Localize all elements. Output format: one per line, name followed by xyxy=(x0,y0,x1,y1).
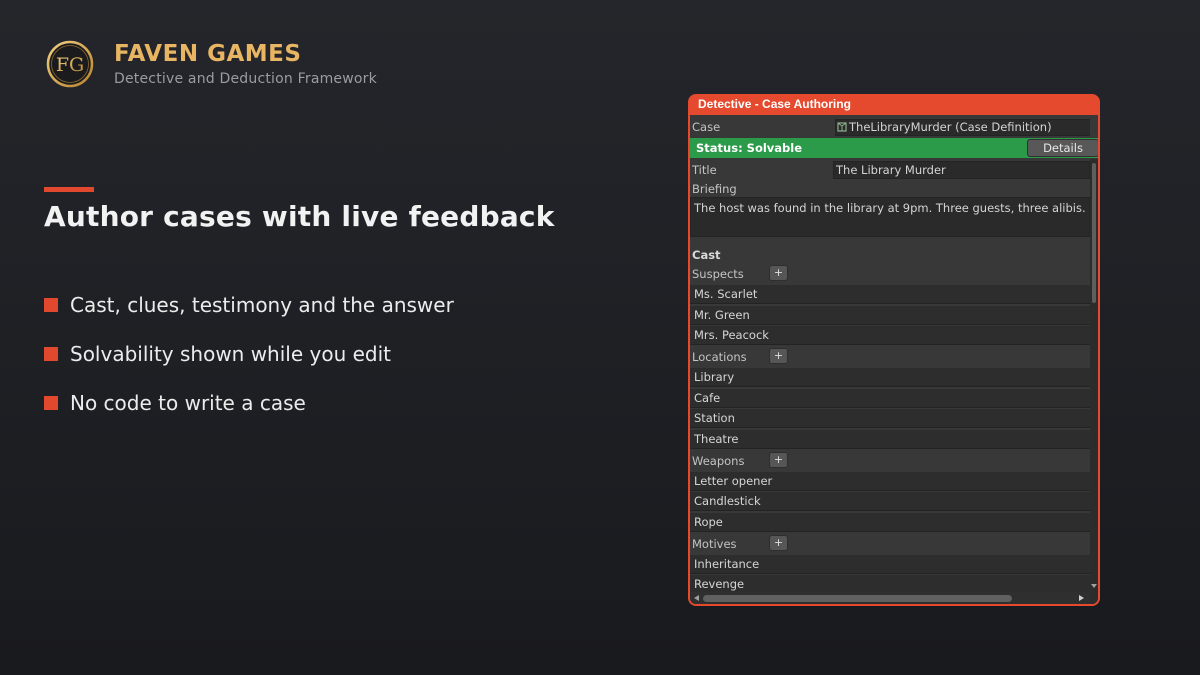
status-text: Status: Solvable xyxy=(696,141,803,155)
list-item-suspect[interactable]: Mr. Green xyxy=(690,306,1090,325)
inspector-content: Case TheLibraryMurder (Case Definition) … xyxy=(690,115,1090,601)
briefing-textarea[interactable]: The host was found in the library at 9pm… xyxy=(690,197,1090,237)
briefing-value: The host was found in the library at 9pm… xyxy=(694,201,1090,215)
headline: Author cases with live feedback xyxy=(44,200,555,233)
feature-text: Solvability shown while you edit xyxy=(70,341,392,366)
feature-item: No code to write a case xyxy=(44,378,454,427)
list-item-weapon[interactable]: Letter opener xyxy=(690,472,1090,491)
add-suspect-button[interactable]: + xyxy=(769,265,788,281)
faven-games-logo-icon: FG xyxy=(46,40,94,88)
logo-text: FG xyxy=(56,54,84,76)
suspects-label: Suspects xyxy=(692,267,744,281)
motives-label: Motives xyxy=(692,537,737,551)
details-button[interactable]: Details xyxy=(1027,139,1098,157)
cast-section-header: Cast xyxy=(692,248,721,262)
feature-item: Solvability shown while you edit xyxy=(44,329,454,378)
scriptable-object-icon xyxy=(837,122,847,132)
accent-bar xyxy=(44,187,94,192)
list-item-suspect[interactable]: Ms. Scarlet xyxy=(690,285,1090,304)
title-field[interactable]: The Library Murder xyxy=(833,161,1090,179)
add-motive-button[interactable]: + xyxy=(769,535,788,551)
window-title[interactable]: Detective - Case Authoring xyxy=(688,94,1100,115)
scroll-left-arrow-icon[interactable] xyxy=(694,595,699,601)
window-body: Case TheLibraryMurder (Case Definition) … xyxy=(690,115,1098,604)
bullet-square-icon xyxy=(44,395,58,410)
bullet-square-icon xyxy=(44,297,58,312)
brand-subtitle: Detective and Deduction Framework xyxy=(114,71,377,87)
feature-text: Cast, clues, testimony and the answer xyxy=(70,292,454,317)
scroll-down-arrow-icon[interactable] xyxy=(1091,584,1097,588)
locations-label: Locations xyxy=(692,350,747,364)
status-bar: Status: Solvable Details xyxy=(690,138,1098,158)
list-item-location[interactable]: Station xyxy=(690,409,1090,428)
case-object-field[interactable]: TheLibraryMurder (Case Definition) xyxy=(835,119,1090,136)
brand-header: FG FAVEN GAMES Detective and Deduction F… xyxy=(46,40,377,88)
feature-list: Cast, clues, testimony and the answer So… xyxy=(44,280,454,427)
vertical-scrollbar-thumb[interactable] xyxy=(1092,163,1096,303)
briefing-label: Briefing xyxy=(692,182,737,196)
list-item-location[interactable]: Cafe xyxy=(690,389,1090,408)
add-weapon-button[interactable]: + xyxy=(769,452,788,468)
list-item-location[interactable]: Theatre xyxy=(690,430,1090,449)
weapons-label: Weapons xyxy=(692,454,745,468)
list-item-suspect[interactable]: Mrs. Peacock xyxy=(690,326,1090,345)
case-authoring-window: Detective - Case Authoring Case TheLibra… xyxy=(688,94,1100,606)
feature-text: No code to write a case xyxy=(70,390,306,415)
list-item-location[interactable]: Library xyxy=(690,368,1090,387)
list-item-weapon[interactable]: Candlestick xyxy=(690,492,1090,511)
case-row: Case TheLibraryMurder (Case Definition) xyxy=(690,115,1090,137)
feature-item: Cast, clues, testimony and the answer xyxy=(44,280,454,329)
scroll-right-arrow-icon[interactable] xyxy=(1079,595,1084,601)
case-object-value: TheLibraryMurder (Case Definition) xyxy=(849,120,1052,134)
list-item-weapon[interactable]: Rope xyxy=(690,513,1090,532)
brand-title: FAVEN GAMES xyxy=(114,41,302,67)
title-value: The Library Murder xyxy=(836,163,946,177)
add-location-button[interactable]: + xyxy=(769,348,788,364)
horizontal-scrollbar-thumb[interactable] xyxy=(703,595,1012,602)
case-label: Case xyxy=(692,120,721,134)
list-item-motive[interactable]: Inheritance xyxy=(690,555,1090,574)
title-label: Title xyxy=(692,163,717,177)
bullet-square-icon xyxy=(44,346,58,361)
